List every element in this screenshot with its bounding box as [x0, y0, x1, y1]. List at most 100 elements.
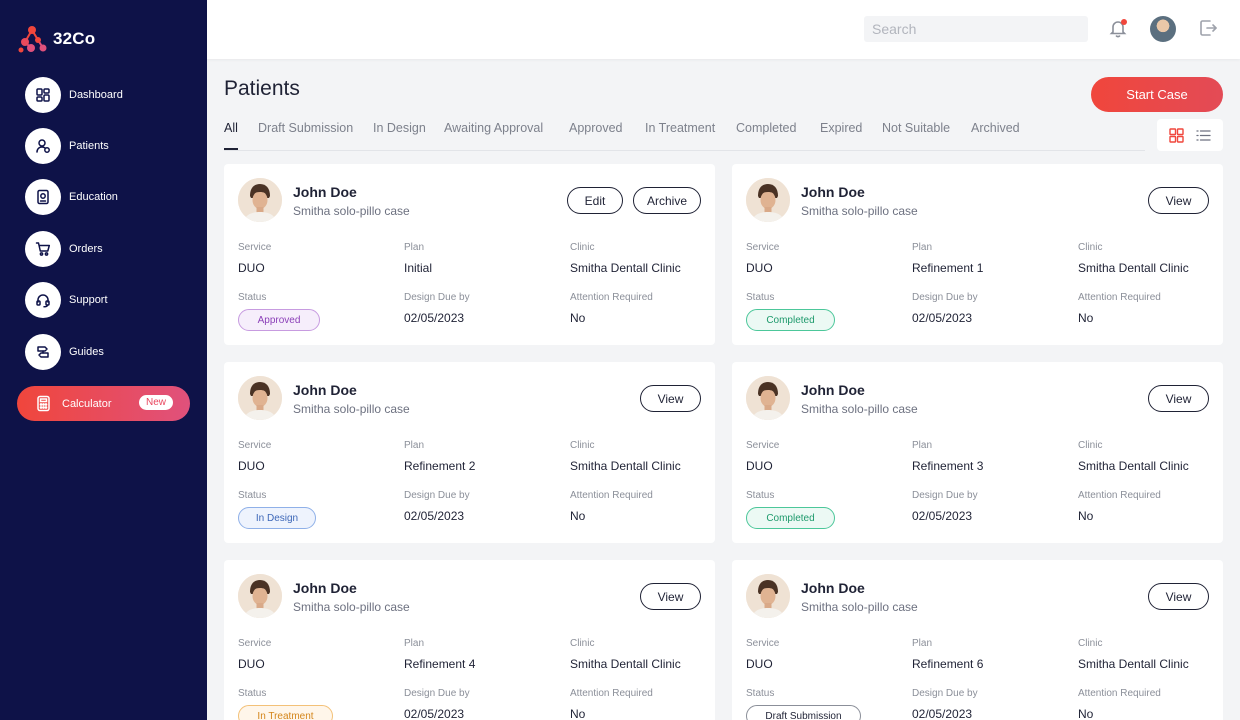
design-due-value: 02/05/2023 [912, 311, 973, 325]
tab-archived[interactable]: Archived [971, 121, 1020, 135]
tab-not-suitable[interactable]: Not Suitable [882, 121, 950, 135]
tab-expired[interactable]: Expired [820, 121, 862, 135]
grid-view-icon[interactable] [1169, 127, 1184, 143]
patient-card: John Doe Smitha solo-pillo case View Servic… [224, 362, 715, 543]
status-badge: In Treatment [238, 705, 333, 720]
new-badge: New [138, 395, 173, 410]
view-button[interactable]: View [1148, 385, 1209, 412]
view-button[interactable]: View [640, 583, 701, 610]
clinic-value: Smitha Dentall Clinic [570, 261, 681, 275]
plan-value: Refinement 2 [404, 459, 476, 473]
patient-name[interactable]: John Doe [801, 580, 865, 596]
sidebar-item-calculator[interactable]: Calculator New [17, 386, 190, 421]
tab-awaiting-approval[interactable]: Awaiting Approval [444, 121, 543, 135]
status-badge: Draft Submission [746, 705, 861, 720]
tab-all[interactable]: All [224, 121, 238, 135]
plan-value: Refinement 6 [912, 657, 984, 671]
patient-avatar [746, 574, 790, 618]
archive-button[interactable]: Archive [633, 187, 701, 214]
design-due-value: 02/05/2023 [912, 509, 973, 523]
patient-card: John Doe Smitha solo-pillo case View Servic… [732, 560, 1223, 720]
plan-label: Plan [404, 638, 425, 649]
status-label: Status [746, 490, 775, 501]
attention-value: No [1078, 707, 1094, 720]
service-value: DUO [746, 459, 773, 473]
list-view-icon[interactable] [1196, 128, 1211, 143]
plan-label: Plan [912, 440, 933, 451]
plan-value: Refinement 1 [912, 261, 984, 275]
clinic-value: Smitha Dentall Clinic [1078, 459, 1189, 473]
attention-label: Attention Required [570, 490, 653, 501]
notifications-button[interactable] [1108, 18, 1130, 40]
tab-draft-submission[interactable]: Draft Submission [258, 121, 353, 135]
logout-button[interactable] [1198, 18, 1218, 43]
plan-label: Plan [912, 638, 933, 649]
service-label: Service [746, 242, 780, 253]
design-due-label: Design Due by [912, 688, 978, 699]
attention-label: Attention Required [570, 688, 653, 699]
status-badge: Approved [238, 309, 320, 331]
tab-in-design[interactable]: In Design [373, 121, 426, 135]
patient-name[interactable]: John Doe [293, 382, 357, 398]
patient-card: John Doe Smitha solo-pillo case View Servic… [732, 164, 1223, 345]
view-toggle [1157, 119, 1223, 151]
status-badge: In Design [238, 507, 316, 529]
design-due-value: 02/05/2023 [404, 509, 465, 523]
case-name: Smitha solo-pillo case [801, 402, 918, 416]
patient-name[interactable]: John Doe [293, 580, 357, 596]
design-due-value: 02/05/2023 [912, 707, 973, 720]
sidebar-item-label: Orders [69, 243, 103, 255]
case-name: Smitha solo-pillo case [293, 402, 410, 416]
calculator-icon [37, 395, 50, 412]
attention-value: No [570, 509, 586, 523]
service-value: DUO [746, 657, 773, 671]
sidebar-item-guides[interactable]: Guides [25, 334, 104, 370]
user-avatar[interactable] [1150, 16, 1176, 42]
plan-value: Refinement 3 [912, 459, 984, 473]
patient-name[interactable]: John Doe [801, 184, 865, 200]
sidebar-item-orders[interactable]: Orders [25, 231, 103, 267]
sidebar-item-education[interactable]: Education [25, 179, 118, 215]
attention-label: Attention Required [570, 292, 653, 303]
patient-card: John Doe Smitha solo-pillo case View Servic… [732, 362, 1223, 543]
plan-label: Plan [404, 440, 425, 451]
tab-in-treatment[interactable]: In Treatment [645, 121, 715, 135]
page-title: Patients [224, 77, 300, 100]
design-due-value: 02/05/2023 [404, 707, 465, 720]
sidebar-item-dashboard[interactable]: Dashboard [25, 77, 123, 113]
headset-icon [25, 282, 61, 318]
brand-logo[interactable]: 32Co [17, 24, 95, 54]
design-due-label: Design Due by [404, 688, 470, 699]
status-badge: Completed [746, 507, 835, 529]
design-due-label: Design Due by [912, 292, 978, 303]
status-label: Status [238, 292, 267, 303]
status-badge: Completed [746, 309, 835, 331]
clinic-value: Smitha Dentall Clinic [1078, 261, 1189, 275]
tab-completed[interactable]: Completed [736, 121, 796, 135]
sidebar-item-patients[interactable]: Patients [25, 128, 109, 164]
patient-avatar [238, 574, 282, 618]
service-label: Service [746, 440, 780, 451]
start-case-button[interactable]: Start Case [1091, 77, 1223, 112]
patient-name[interactable]: John Doe [801, 382, 865, 398]
tab-approved[interactable]: Approved [569, 121, 623, 135]
patient-name[interactable]: John Doe [293, 184, 357, 200]
view-button[interactable]: View [640, 385, 701, 412]
service-value: DUO [238, 459, 265, 473]
patient-avatar [746, 376, 790, 420]
status-label: Status [238, 688, 267, 699]
top-bar [207, 0, 1240, 59]
clinic-label: Clinic [570, 440, 595, 451]
clinic-label: Clinic [1078, 638, 1103, 649]
edit-button[interactable]: Edit [567, 187, 623, 214]
view-button[interactable]: View [1148, 187, 1209, 214]
case-name: Smitha solo-pillo case [293, 204, 410, 218]
attention-label: Attention Required [1078, 292, 1161, 303]
design-due-label: Design Due by [404, 292, 470, 303]
patients-icon [25, 128, 61, 164]
search-input[interactable] [864, 16, 1088, 42]
view-button[interactable]: View [1148, 583, 1209, 610]
sidebar-item-support[interactable]: Support [25, 282, 108, 318]
clinic-label: Clinic [570, 638, 595, 649]
attention-value: No [570, 707, 586, 720]
